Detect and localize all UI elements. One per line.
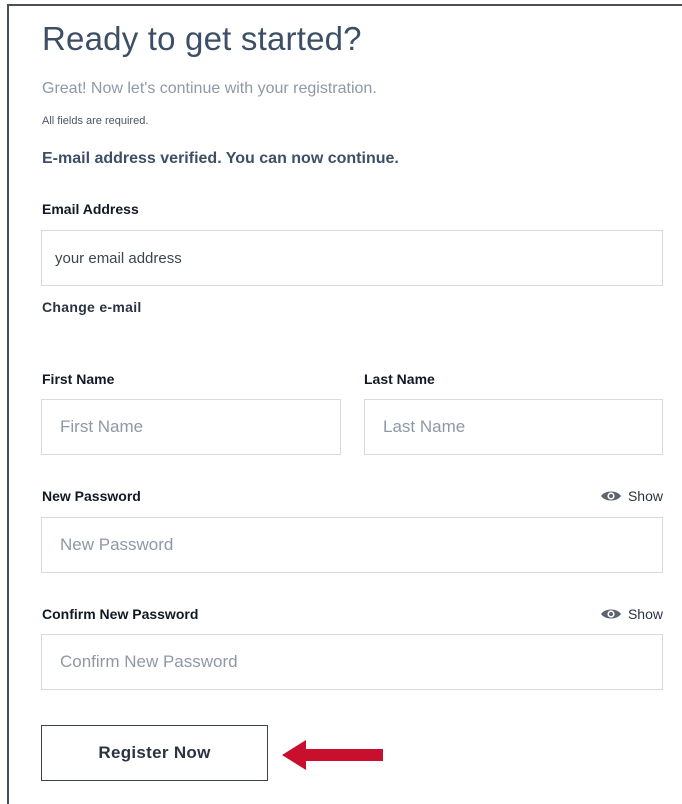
register-now-button[interactable]: Register Now bbox=[41, 725, 268, 781]
first-name-input[interactable]: First Name bbox=[41, 399, 341, 455]
page-title: Ready to get started? bbox=[42, 20, 362, 57]
first-name-label: First Name bbox=[42, 371, 115, 387]
last-name-input[interactable]: Last Name bbox=[364, 399, 663, 455]
change-email-link[interactable]: Change e-mail bbox=[42, 299, 142, 315]
show-new-password-toggle[interactable]: Show bbox=[600, 488, 663, 504]
confirm-password-placeholder: Confirm New Password bbox=[60, 652, 238, 671]
page-subtitle: Great! Now let's continue with your regi… bbox=[42, 80, 377, 97]
eye-icon bbox=[600, 609, 621, 619]
eye-icon bbox=[600, 491, 621, 501]
show-confirm-password-toggle[interactable]: Show bbox=[600, 606, 663, 622]
show-label: Show bbox=[627, 606, 663, 622]
show-label: Show bbox=[627, 488, 663, 504]
left-arrow-icon bbox=[282, 740, 383, 770]
required-note: All fields are required. bbox=[42, 115, 149, 127]
last-name-placeholder: Last Name bbox=[383, 417, 466, 436]
verified-message: E-mail address verified. You can now con… bbox=[42, 150, 399, 167]
confirm-password-label: Confirm New Password bbox=[42, 606, 199, 622]
last-name-label: Last Name bbox=[364, 371, 435, 387]
new-password-label: New Password bbox=[42, 488, 141, 504]
email-field[interactable]: your email address bbox=[41, 230, 663, 286]
confirm-password-input[interactable]: Confirm New Password bbox=[41, 634, 663, 690]
new-password-placeholder: New Password bbox=[60, 535, 174, 554]
first-name-placeholder: First Name bbox=[60, 417, 144, 436]
new-password-input[interactable]: New Password bbox=[41, 517, 663, 573]
email-value: your email address bbox=[55, 249, 182, 267]
email-label: Email Address bbox=[42, 201, 139, 217]
